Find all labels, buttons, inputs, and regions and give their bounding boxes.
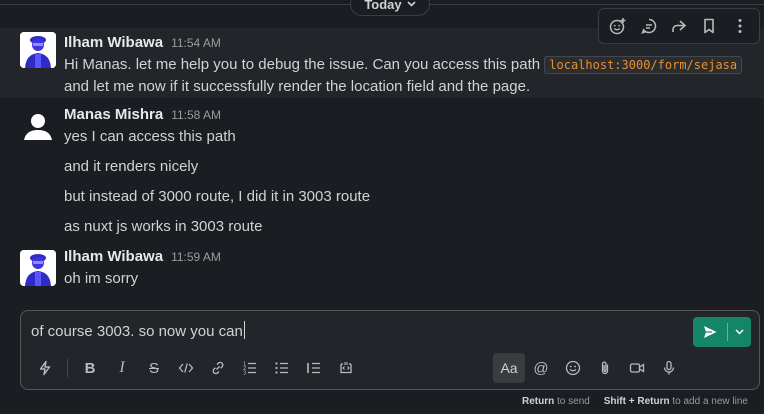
code-icon[interactable] (170, 353, 202, 383)
code-block-icon[interactable] (330, 353, 362, 383)
emoji-icon[interactable] (557, 353, 589, 383)
italic-icon[interactable]: I (106, 353, 138, 383)
timestamp[interactable]: 11:58 AM (171, 108, 221, 122)
mention-icon[interactable]: @ (525, 353, 557, 383)
forward-icon[interactable] (665, 12, 693, 40)
message-hover-toolbar (598, 8, 760, 44)
message-composer[interactable]: of course 3003. so now you can B I S 123 (20, 310, 760, 390)
add-reaction-icon[interactable] (604, 12, 632, 40)
bold-icon[interactable]: B (74, 353, 106, 383)
text-caret (243, 321, 245, 339)
strikethrough-icon[interactable]: S (138, 353, 170, 383)
date-divider-label: Today (364, 0, 402, 12)
composer-hint: Return to send Shift + Return to add a n… (522, 396, 748, 407)
link-icon[interactable] (202, 353, 234, 383)
shortcuts-icon[interactable] (29, 353, 61, 383)
chevron-down-icon (407, 1, 416, 7)
formatting-toggle-button[interactable]: Aa (493, 353, 525, 383)
date-divider-button[interactable]: Today (350, 0, 430, 16)
timestamp[interactable]: 11:54 AM (171, 36, 221, 50)
message-text: as nuxt js works in 3003 route (64, 218, 263, 235)
message-text: but instead of 3000 route, I did it in 3… (64, 188, 371, 205)
blockquote-icon[interactable] (298, 353, 330, 383)
send-button-group (693, 317, 751, 347)
author-name[interactable]: Ilham Wibawa (64, 248, 163, 265)
timestamp[interactable]: 11:59 AM (171, 250, 221, 264)
message-input[interactable]: of course 3003. so now you can (31, 321, 245, 340)
more-actions-icon[interactable] (726, 12, 754, 40)
avatar[interactable] (20, 250, 56, 286)
author-name[interactable]: Manas Mishra (64, 106, 163, 123)
message-text: Hi Manas. let me help you to debug the i… (64, 54, 764, 98)
message-text: oh im sorry (64, 270, 139, 287)
send-button[interactable] (693, 317, 727, 347)
message-text: and it renders nicely (64, 158, 199, 175)
bookmark-icon[interactable] (695, 12, 723, 40)
chevron-down-icon (735, 329, 744, 335)
avatar[interactable] (20, 32, 56, 68)
video-icon[interactable] (621, 353, 653, 383)
microphone-icon[interactable] (653, 353, 685, 383)
message-ilham-2[interactable]: Ilham Wibawa 11:59 AM oh im sorry (0, 246, 764, 294)
bulleted-list-icon[interactable] (266, 353, 298, 383)
ordered-list-icon[interactable]: 123 (234, 353, 266, 383)
toolbar-separator (67, 359, 68, 377)
inline-code: localhost:3000/form/sejasa (544, 56, 743, 74)
author-name[interactable]: Ilham Wibawa (64, 34, 163, 51)
schedule-send-button[interactable] (728, 317, 751, 347)
send-icon (704, 326, 717, 338)
svg-text:3: 3 (243, 371, 246, 377)
attach-icon[interactable] (589, 353, 621, 383)
avatar[interactable] (20, 108, 56, 144)
reply-in-thread-icon[interactable] (635, 12, 663, 40)
composer-toolbar: B I S 123 Aa @ (21, 347, 759, 389)
message-text: yes I can access this path (64, 128, 236, 145)
message-manas[interactable]: Manas Mishra 11:58 AM yes I can access t… (0, 104, 764, 240)
